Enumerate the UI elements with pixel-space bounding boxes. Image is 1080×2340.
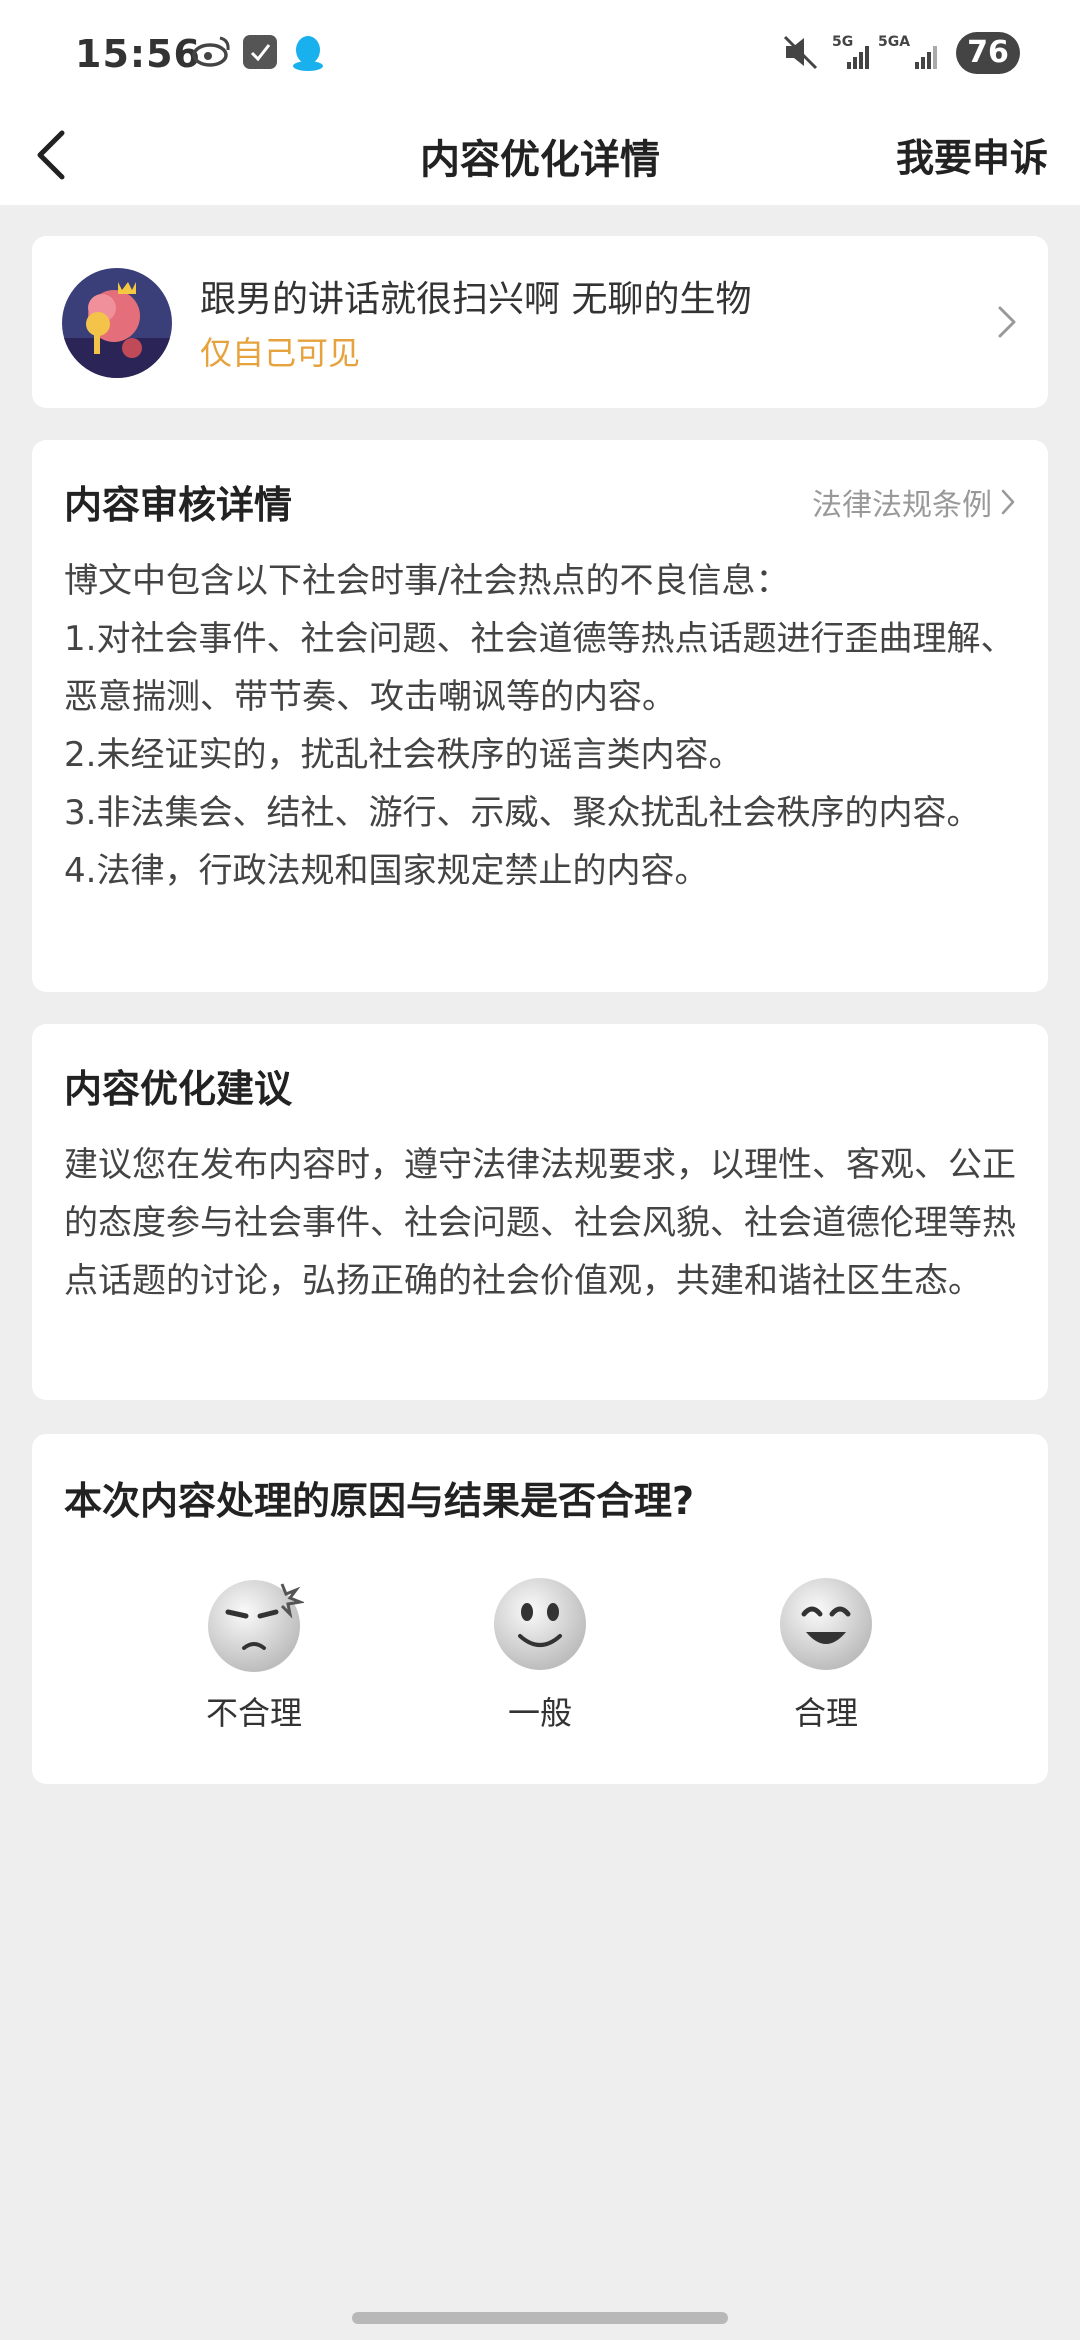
option-label: 不合理 [205, 1694, 302, 1732]
post-text: 跟男的讲话就很扫兴啊 无聊的生物 [200, 279, 752, 320]
status-bar: 15:56 5G 5GA 76 [0, 0, 1080, 105]
battery-indicator: 76 [956, 32, 1020, 74]
chevron-right-icon [1001, 489, 1015, 515]
review-title: 内容审核详情 [64, 483, 293, 527]
feedback-card: 本次内容处理的原因与结果是否合理? 不合理 一般 合理 [32, 1434, 1048, 1784]
neutral-face-icon [494, 1578, 586, 1670]
review-line: 1.对社会事件、社会问题、社会道德等热点话题进行歪曲理解、恶意揣测、带节奏、攻击… [64, 619, 1015, 717]
option-reasonable[interactable]: 合理 [736, 1574, 916, 1734]
mute-icon [783, 35, 818, 70]
chevron-right-icon [998, 306, 1016, 338]
nav-bar: 内容优化详情 我要申诉 [0, 105, 1080, 205]
option-neutral[interactable]: 一般 [450, 1574, 630, 1734]
angry-face-icon [208, 1580, 304, 1672]
signal-icon [847, 46, 869, 69]
option-unreasonable[interactable]: 不合理 [164, 1574, 344, 1734]
weibo-icon [192, 36, 230, 67]
avatar [62, 268, 172, 378]
signal-label-2: 5GA [878, 34, 911, 50]
feedback-question: 本次内容处理的原因与结果是否合理? [64, 1479, 695, 1523]
suggestion-title: 内容优化建议 [64, 1067, 293, 1111]
law-link-label: 法律法规条例 [812, 488, 992, 523]
review-line: 3.非法集会、结社、游行、示威、聚众扰乱社会秩序的内容。 [64, 793, 981, 833]
review-line: 2.未经证实的，扰乱社会秩序的谣言类内容。 [64, 735, 743, 775]
review-details-card: 内容审核详情 法律法规条例 博文中包含以下社会时事/社会热点的不良信息： 1.对… [32, 440, 1048, 992]
status-time: 15:56 [75, 32, 201, 76]
home-indicator[interactable] [352, 2312, 728, 2324]
appeal-button[interactable]: 我要申诉 [896, 127, 1048, 182]
qq-icon [293, 36, 323, 71]
law-regulations-link[interactable]: 法律法规条例 [812, 480, 1016, 524]
app-badge-icon [243, 35, 277, 69]
review-body: 博文中包含以下社会时事/社会热点的不良信息： 1.对社会事件、社会问题、社会道德… [64, 552, 1018, 900]
post-card[interactable]: 跟男的讲话就很扫兴啊 无聊的生物 仅自己可见 [32, 236, 1048, 408]
signal-icon-2 [915, 46, 937, 69]
option-label: 合理 [793, 1694, 858, 1732]
review-line: 4.法律，行政法规和国家规定禁止的内容。 [64, 851, 709, 891]
option-label: 一般 [507, 1694, 572, 1732]
suggestion-text: 建议您在发布内容时，遵守法律法规要求，以理性、客观、公正的态度参与社会事件、社会… [64, 1145, 1016, 1301]
visibility-status: 仅自己可见 [200, 334, 361, 372]
optimization-suggestion-card: 内容优化建议 建议您在发布内容时，遵守法律法规要求，以理性、客观、公正的态度参与… [32, 1024, 1048, 1400]
review-line: 博文中包含以下社会时事/社会热点的不良信息： [64, 561, 790, 601]
happy-face-icon [780, 1578, 872, 1670]
